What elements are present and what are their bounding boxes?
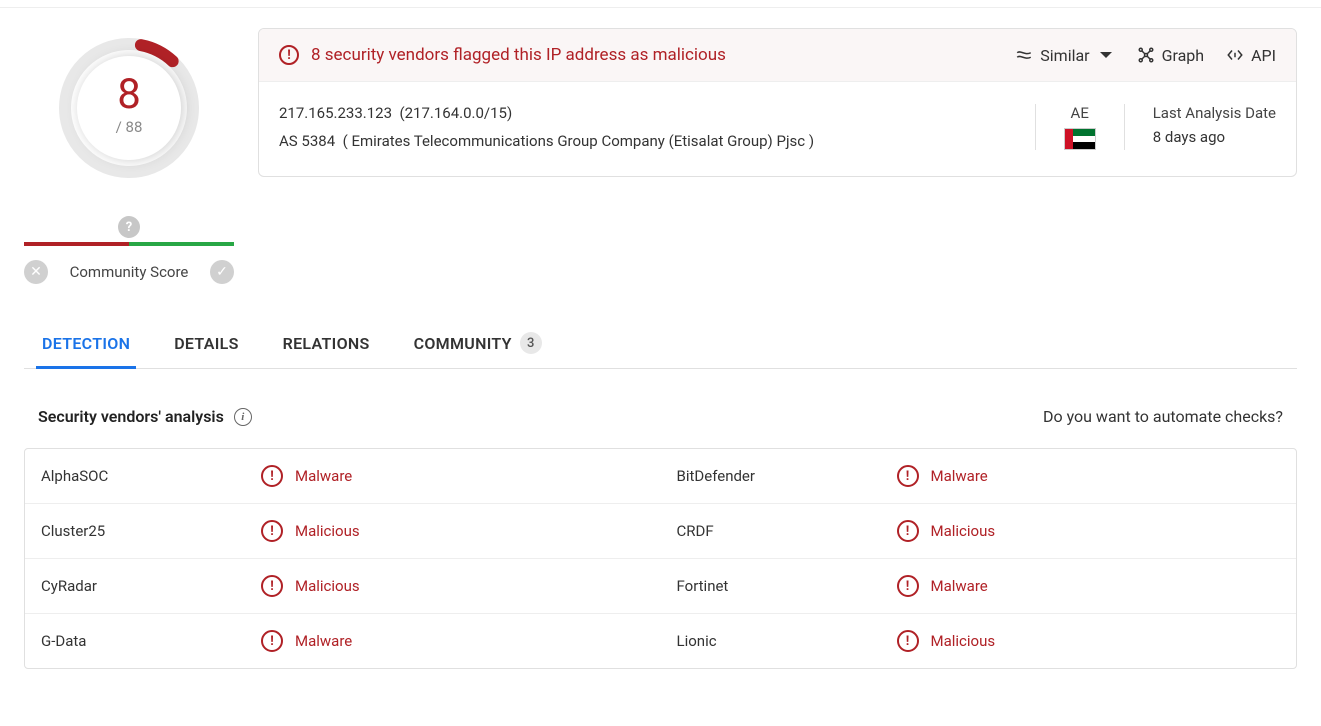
vendor-verdict: ! Malware xyxy=(897,465,988,487)
table-row: AlphaSOC! Malware BitDefender! Malware xyxy=(25,449,1296,504)
table-row: CyRadar! Malicious Fortinet! Malware xyxy=(25,559,1296,614)
vendor-cell: Lionic! Malicious xyxy=(661,614,1297,668)
vendor-name: Cluster25 xyxy=(41,522,261,540)
summary-card: ! 8 security vendors flagged this IP add… xyxy=(258,28,1297,284)
vendor-name: CyRadar xyxy=(41,577,261,595)
vendor-name: BitDefender xyxy=(677,467,897,485)
alert-icon: ! xyxy=(897,630,919,652)
similar-icon xyxy=(1015,46,1033,64)
score-gauge: 8 / 88 xyxy=(49,28,209,188)
verdict-text: Malicious xyxy=(931,522,996,540)
detection-total: / 88 xyxy=(116,118,143,136)
score-column: 8 / 88 ? ✕ Community Score ✓ xyxy=(24,28,234,284)
vote-positive-button[interactable]: ✓ xyxy=(210,260,234,284)
ip-cidr: (217.164.0.0/15) xyxy=(399,104,512,122)
tab-community[interactable]: COMMUNITY 3 xyxy=(414,332,542,368)
verdict-text: Malware xyxy=(931,467,988,485)
verdict-text: Malware xyxy=(295,632,352,650)
tab-details[interactable]: DETAILS xyxy=(174,332,238,368)
vendor-cell: CyRadar! Malicious xyxy=(25,559,661,613)
api-icon xyxy=(1226,46,1244,64)
country-code: AE xyxy=(1064,104,1096,122)
ip-address: 217.165.233.123 xyxy=(279,104,392,122)
alert-icon: ! xyxy=(261,575,283,597)
vendor-verdict: ! Malware xyxy=(261,630,352,652)
tab-detection[interactable]: DETECTION xyxy=(42,332,130,368)
alert-icon: ! xyxy=(261,465,283,487)
verdict-text: Malware xyxy=(931,577,988,595)
alert-icon: ! xyxy=(897,520,919,542)
vendor-verdict: ! Malware xyxy=(897,575,988,597)
info-icon[interactable]: i xyxy=(234,408,252,426)
automate-link[interactable]: Do you want to automate checks? xyxy=(1043,407,1283,426)
vendor-name: Lionic xyxy=(677,632,897,650)
alert-icon: ! xyxy=(279,45,299,65)
verdict-text: Malicious xyxy=(931,632,996,650)
alert-icon: ! xyxy=(261,520,283,542)
alert-header: ! 8 security vendors flagged this IP add… xyxy=(259,29,1296,82)
verdict-text: Malicious xyxy=(295,577,360,595)
ip-info: 217.165.233.123 (217.164.0.0/15) AS 5384… xyxy=(279,104,1015,150)
summary-area: 8 / 88 ? ✕ Community Score ✓ ! 8 securi xyxy=(0,8,1321,284)
community-count-badge: 3 xyxy=(520,332,542,354)
country-block: AE xyxy=(1064,104,1096,154)
table-row: G-Data! Malware Lionic! Malicious xyxy=(25,614,1296,668)
vendor-name: AlphaSOC xyxy=(41,467,261,485)
vendor-cell: AlphaSOC! Malware xyxy=(25,449,661,503)
community-help-icon[interactable]: ? xyxy=(118,216,140,238)
vendor-verdict: ! Malware xyxy=(261,465,352,487)
vendor-cell: CRDF! Malicious xyxy=(661,504,1297,558)
vendors-table: AlphaSOC! Malware BitDefender! Malware Clust… xyxy=(24,448,1297,669)
alert-icon: ! xyxy=(261,630,283,652)
similar-button[interactable]: Similar xyxy=(1015,46,1114,65)
api-button[interactable]: API xyxy=(1226,46,1276,65)
tabs: DETECTION DETAILS RELATIONS COMMUNITY 3 xyxy=(24,332,1297,369)
analysis-date-block: Last Analysis Date 8 days ago xyxy=(1153,104,1276,146)
verdict-text: Malicious xyxy=(295,522,360,540)
alert-icon: ! xyxy=(897,465,919,487)
vendor-name: G-Data xyxy=(41,632,261,650)
vendor-name: Fortinet xyxy=(677,577,897,595)
community-bar xyxy=(24,242,234,246)
chevron-down-icon xyxy=(1097,46,1115,64)
detection-score: 8 xyxy=(116,74,143,116)
asn: AS 5384 xyxy=(279,132,335,150)
graph-icon xyxy=(1137,46,1155,64)
vendor-cell: Cluster25! Malicious xyxy=(25,504,661,558)
vendors-section: Security vendors' analysis i Do you want… xyxy=(24,407,1297,669)
as-org: ( Emirates Telecommunications Group Comp… xyxy=(343,132,814,150)
table-row: Cluster25! Malicious CRDF! Malicious xyxy=(25,504,1296,559)
tab-relations[interactable]: RELATIONS xyxy=(283,332,370,368)
vendor-cell: Fortinet! Malware xyxy=(661,559,1297,613)
vendor-verdict: ! Malicious xyxy=(897,520,996,542)
vendor-cell: G-Data! Malware xyxy=(25,614,661,668)
vendor-name: CRDF xyxy=(677,522,897,540)
alert-icon: ! xyxy=(897,575,919,597)
vendor-verdict: ! Malicious xyxy=(897,630,996,652)
verdict-text: Malware xyxy=(295,467,352,485)
vendor-verdict: ! Malicious xyxy=(261,520,360,542)
alert-text: 8 security vendors flagged this IP addre… xyxy=(311,45,1015,65)
country-flag-icon xyxy=(1064,128,1096,150)
analysis-date-label: Last Analysis Date xyxy=(1153,104,1276,122)
vote-negative-button[interactable]: ✕ xyxy=(24,260,48,284)
community-score-block: ? ✕ Community Score ✓ xyxy=(24,216,234,284)
vendors-title: Security vendors' analysis i xyxy=(38,407,252,426)
analysis-date-value: 8 days ago xyxy=(1153,128,1276,146)
vendor-cell: BitDefender! Malware xyxy=(661,449,1297,503)
vendor-verdict: ! Malicious xyxy=(261,575,360,597)
community-score-label: Community Score xyxy=(70,263,189,281)
graph-button[interactable]: Graph xyxy=(1137,46,1205,65)
